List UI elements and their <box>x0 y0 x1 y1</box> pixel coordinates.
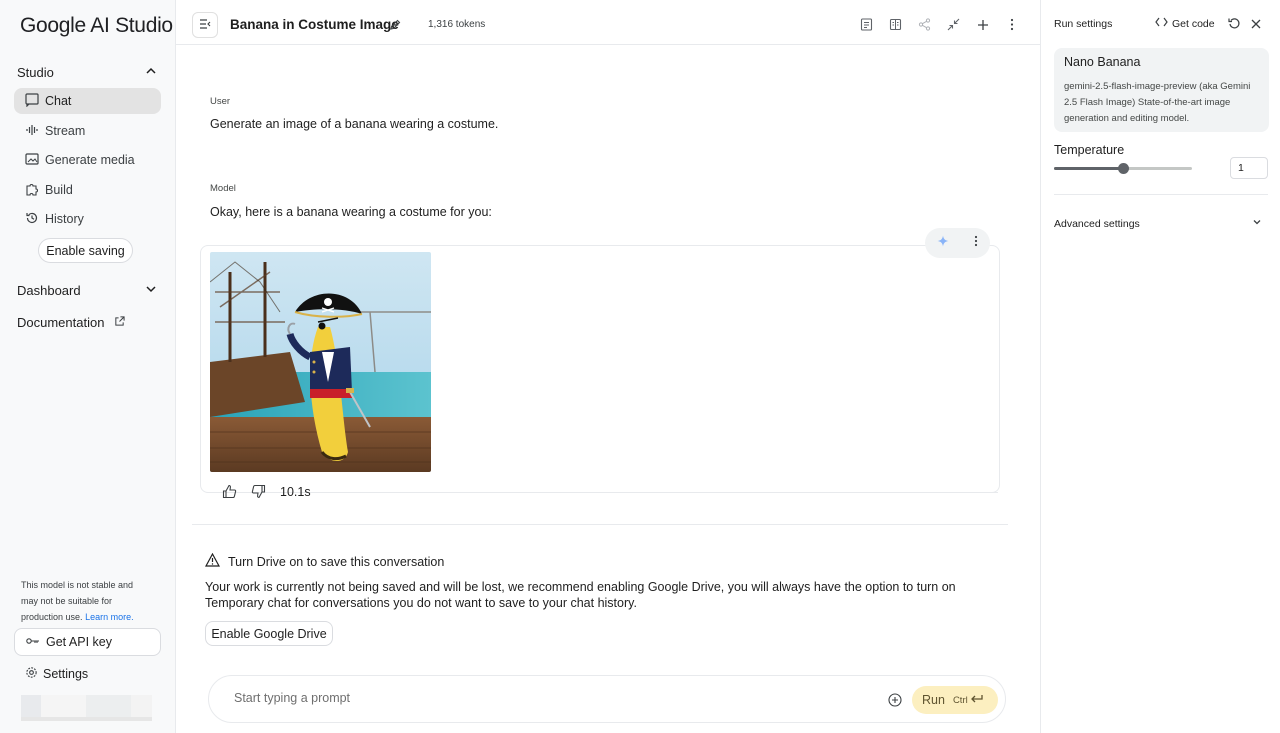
response-timing: 10.1s <box>280 485 311 499</box>
more-vert-icon[interactable] <box>974 234 978 252</box>
compress-icon[interactable] <box>945 16 962 33</box>
app-logo[interactable]: Google AI Studio <box>20 14 173 38</box>
thumbs-up-icon[interactable] <box>222 484 237 504</box>
chevron-up-icon <box>145 65 157 80</box>
enable-google-drive-button[interactable]: Enable Google Drive <box>205 621 333 646</box>
response-toolbar <box>925 228 990 258</box>
model-selector[interactable]: Nano Banana gemini-2.5-flash-image-previ… <box>1054 48 1269 132</box>
menu-toggle-button[interactable] <box>192 12 218 38</box>
prompt-box: Run Ctrl <box>208 675 1006 723</box>
warning-icon <box>204 552 221 570</box>
sidebar-item-label: Generate media <box>45 153 135 167</box>
settings-button[interactable]: Settings <box>25 664 88 684</box>
user-role-label: User <box>210 96 231 107</box>
drive-notice-title: Turn Drive on to save this conversation <box>204 552 445 570</box>
new-chat-icon[interactable] <box>974 16 991 33</box>
code-icon <box>1155 17 1168 30</box>
temperature-input[interactable] <box>1230 157 1268 179</box>
sidebar-item-build[interactable]: Build <box>14 177 161 203</box>
advanced-settings-label: Advanced settings <box>1054 217 1140 230</box>
sidebar: Google AI Studio Studio Chat Stream Gene… <box>0 0 176 733</box>
model-name: Nano Banana <box>1064 55 1141 69</box>
account-placeholder <box>21 695 152 721</box>
run-button[interactable]: Run Ctrl <box>912 686 998 714</box>
sidebar-item-stream[interactable]: Stream <box>14 118 161 144</box>
ctrl-label: Ctrl <box>952 694 968 706</box>
sidebar-item-generate-media[interactable]: Generate media <box>14 147 161 173</box>
model-stability-note: This model is not stable and may not be … <box>21 577 146 625</box>
temperature-label: Temperature <box>1054 143 1125 157</box>
compare-icon[interactable] <box>887 16 904 33</box>
reset-settings-icon[interactable] <box>1228 17 1241 35</box>
add-media-icon[interactable] <box>888 693 902 712</box>
sparkle-icon[interactable] <box>937 234 949 252</box>
gear-icon <box>25 666 38 682</box>
model-message: Okay, here is a banana wearing a costume… <box>210 205 492 219</box>
chat-icon <box>25 92 39 110</box>
temperature-slider-fill <box>1054 167 1123 170</box>
sidebar-item-chat[interactable]: Chat <box>14 88 161 114</box>
run-shortcut: Ctrl <box>953 694 983 707</box>
feedback-buttons <box>222 484 266 504</box>
advanced-settings-toggle[interactable]: Advanced settings <box>1054 217 1262 230</box>
image-icon <box>25 152 39 169</box>
dashboard-section-toggle[interactable]: Dashboard <box>17 280 157 300</box>
prompt-input[interactable] <box>234 691 834 705</box>
settings-label: Settings <box>43 667 89 681</box>
studio-label: Studio <box>17 64 54 80</box>
waveform-icon <box>25 123 39 140</box>
chevron-down-icon <box>145 283 157 298</box>
notes-icon[interactable] <box>858 16 875 33</box>
model-description: gemini-2.5-flash-image-preview (aka Gemi… <box>1064 81 1251 124</box>
temperature-slider-thumb[interactable] <box>1118 163 1129 174</box>
top-actions <box>858 16 1020 33</box>
prompt-title: Banana in Costume Image <box>230 17 399 32</box>
get-code-label: Get code <box>1172 17 1215 30</box>
run-settings-panel: Run settings Get code Nano Banana gemini… <box>1040 0 1280 733</box>
model-role-label: Model <box>210 183 236 194</box>
panel-actions <box>1228 17 1262 35</box>
studio-section-toggle[interactable]: Studio <box>17 62 157 82</box>
generated-image[interactable] <box>210 252 431 472</box>
external-link-icon <box>114 315 126 330</box>
edit-title-icon[interactable] <box>389 18 401 36</box>
dashboard-label: Dashboard <box>17 282 81 298</box>
puzzle-icon <box>25 182 39 199</box>
sidebar-item-history[interactable]: History <box>14 206 161 232</box>
thumbs-down-icon[interactable] <box>251 484 266 504</box>
learn-more-link[interactable]: Learn more. <box>85 612 134 622</box>
sidebar-item-label: Build <box>45 183 73 197</box>
documentation-link[interactable]: Documentation <box>17 312 157 332</box>
user-message: Generate an image of a banana wearing a … <box>210 117 499 131</box>
drive-notice-title-text: Turn Drive on to save this conversation <box>228 554 445 569</box>
history-icon <box>25 211 39 228</box>
run-settings-title: Run settings <box>1054 18 1113 30</box>
documentation-label: Documentation <box>17 314 105 330</box>
top-bar: Banana in Costume Image 1,316 tokens <box>176 0 1040 45</box>
close-icon[interactable] <box>1250 17 1262 35</box>
sidebar-item-label: History <box>45 212 84 226</box>
sidebar-item-label: Chat <box>45 94 72 108</box>
menu-collapse-icon <box>199 16 211 34</box>
get-code-button[interactable]: Get code <box>1155 17 1215 30</box>
enter-key-icon <box>970 694 983 707</box>
timing-divider <box>322 492 998 493</box>
run-label: Run <box>922 693 945 707</box>
drive-notice-body: Your work is currently not being saved a… <box>205 580 956 610</box>
sidebar-item-label: Stream <box>45 124 86 138</box>
key-icon <box>26 635 40 649</box>
chevron-down-icon <box>1252 217 1262 230</box>
panel-divider <box>1054 194 1268 195</box>
more-vert-icon[interactable] <box>1003 16 1020 33</box>
api-key-label: Get API key <box>46 635 113 649</box>
conversation-divider <box>192 524 1008 525</box>
token-count: 1,316 tokens <box>428 19 486 30</box>
get-api-key-button[interactable]: Get API key <box>14 628 161 656</box>
enable-saving-button[interactable]: Enable saving <box>38 238 133 263</box>
share-icon[interactable] <box>916 16 933 33</box>
